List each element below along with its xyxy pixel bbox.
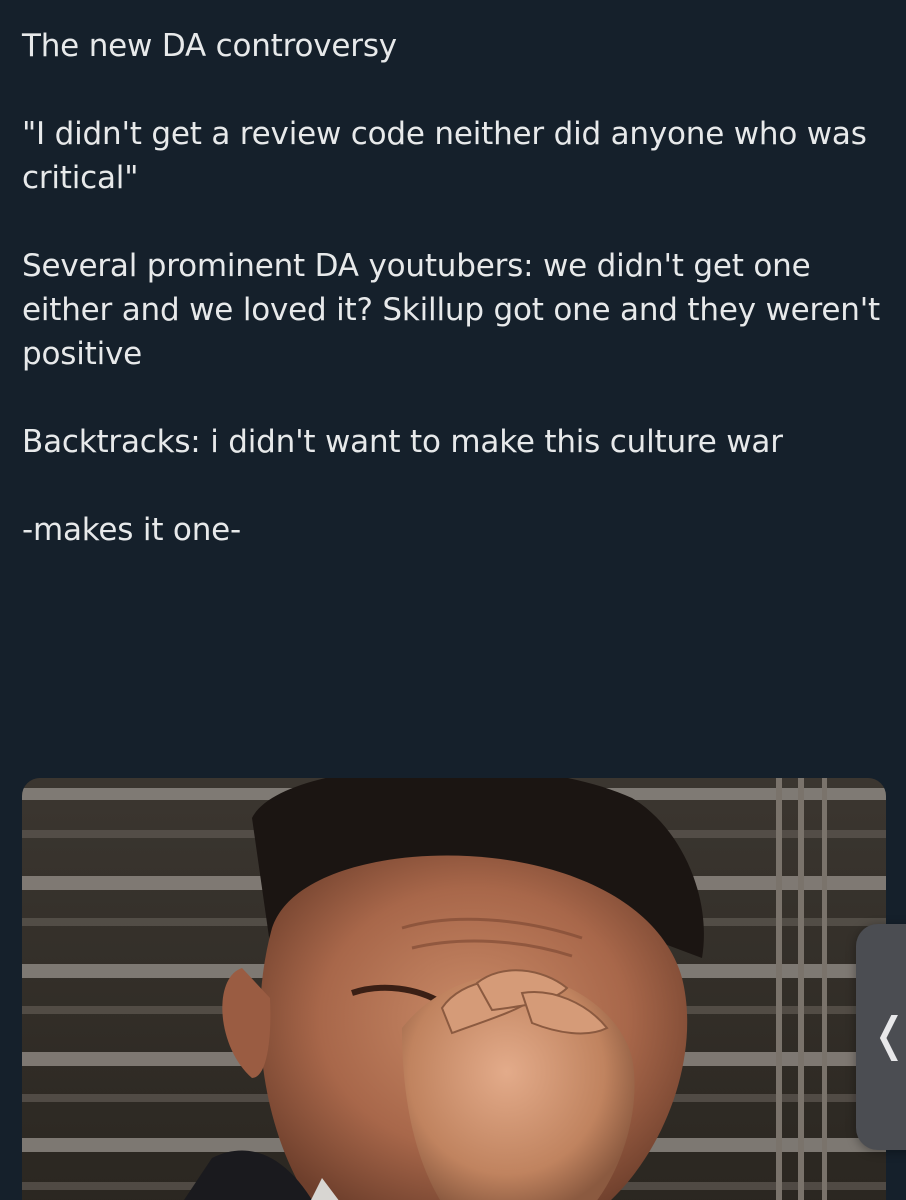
side-panel-toggle[interactable]: ❬ [856,924,906,1150]
chevron-left-icon: ❬ [870,1007,906,1061]
tweet-text: The new DA controversy "I didn't get a r… [22,24,882,596]
tweet-paragraph: -makes it one- [22,512,241,548]
facepalm-image [22,778,886,1200]
tweet-paragraph: Several prominent DA youtubers: we didn'… [22,248,890,372]
tweet-paragraph: Backtracks: i didn't want to make this c… [22,424,783,460]
tweet-paragraph: "I didn't get a review code neither did … [22,116,877,196]
tweet-paragraph: The new DA controversy [22,28,397,64]
tweet-media-image[interactable] [22,778,886,1200]
